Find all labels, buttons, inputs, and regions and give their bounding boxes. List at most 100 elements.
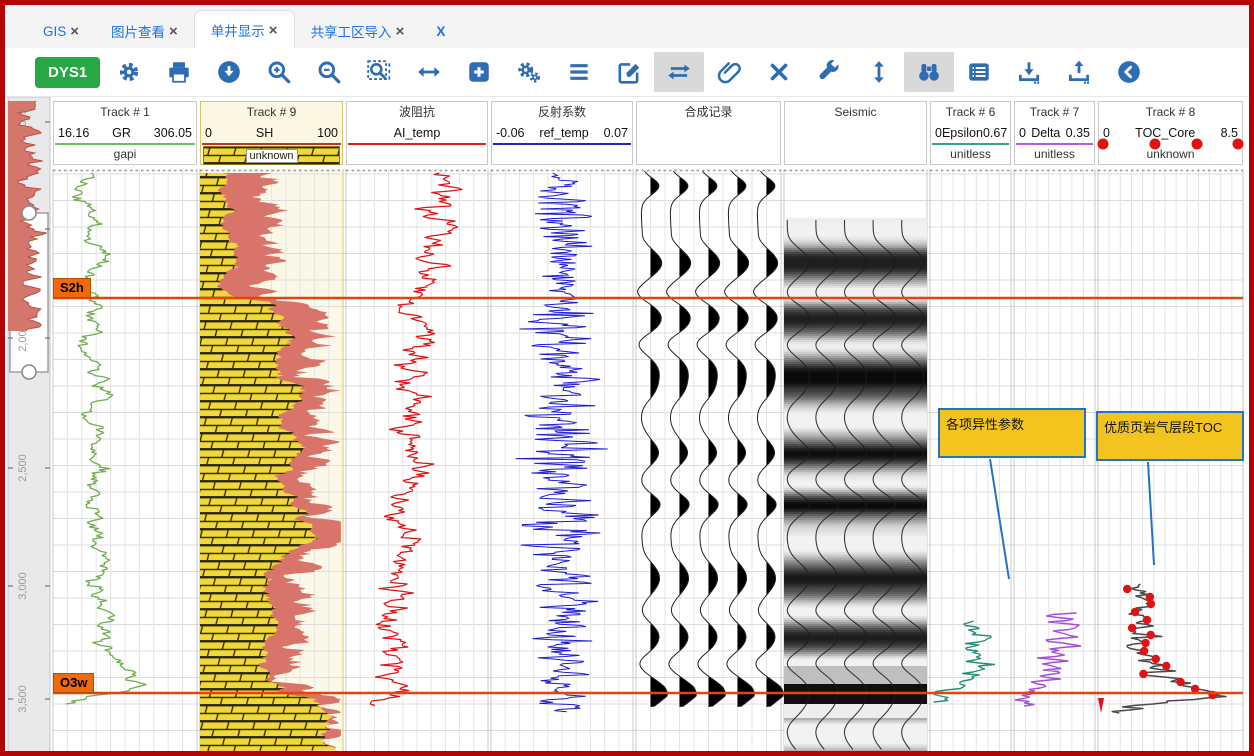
tab-shared-workspace-import[interactable]: 共享工区导入 × xyxy=(295,14,421,48)
core-point-marker xyxy=(1233,139,1244,150)
core-point-marker xyxy=(1192,139,1203,150)
print-icon[interactable] xyxy=(154,52,204,92)
scale-min: 16.16 xyxy=(58,126,89,140)
tab-close-icon[interactable]: × xyxy=(396,23,405,40)
curve-color-bar xyxy=(932,143,1009,145)
track-title: Track # 7 xyxy=(1015,102,1094,122)
scale-min: -0.06 xyxy=(496,126,525,140)
tab-x[interactable]: X xyxy=(420,14,461,48)
curve-color-bar xyxy=(493,143,631,145)
track-title: Track # 1 xyxy=(54,102,196,122)
download-circle-icon[interactable] xyxy=(204,52,254,92)
scale-max: 306.05 xyxy=(154,126,192,140)
list-icon[interactable] xyxy=(954,52,1004,92)
track-header-track8[interactable]: Track # 8 0 TOC_Core 8.5 unknown xyxy=(1098,101,1243,165)
curve-color-bar xyxy=(1016,143,1093,145)
track-header-reflection[interactable]: 反射系数 -0.06 ref_temp 0.07 xyxy=(491,101,633,165)
curve-name: SH xyxy=(212,126,317,140)
depth-window-handle[interactable] xyxy=(22,206,36,220)
horizontal-fit-icon[interactable] xyxy=(404,52,454,92)
tab-image-view[interactable]: 图片查看 × xyxy=(95,14,194,48)
scale-min: 0 xyxy=(1019,126,1026,140)
track-header-synthetic[interactable]: 合成记录 xyxy=(636,101,781,165)
scale-max: 0.35 xyxy=(1066,126,1090,140)
add-track-icon[interactable] xyxy=(454,52,504,92)
edit-icon[interactable] xyxy=(604,52,654,92)
search-binoculars-icon[interactable] xyxy=(904,52,954,92)
curve-color-bar xyxy=(348,143,486,145)
tab-label: GIS xyxy=(43,24,66,39)
well-select-button[interactable]: DYS1 xyxy=(35,57,100,88)
zoom-select-icon[interactable] xyxy=(354,52,404,92)
track-title: 反射系数 xyxy=(492,102,632,122)
tab-single-well-display[interactable]: 单井显示 × xyxy=(194,10,295,49)
scale-min: 0 xyxy=(935,126,942,140)
depth-window-handle[interactable] xyxy=(22,365,36,379)
settings-multi-icon[interactable] xyxy=(504,52,554,92)
export-icon[interactable] xyxy=(1054,52,1104,92)
scale-max: 8.5 xyxy=(1221,126,1238,140)
back-icon[interactable] xyxy=(1104,52,1154,92)
epsilon-curve xyxy=(934,621,995,702)
curve-color-bar xyxy=(786,143,925,145)
core-point-marker xyxy=(1149,139,1160,150)
horizon-label-s2h[interactable]: S2h xyxy=(53,278,91,298)
core-point-marker xyxy=(1097,139,1108,150)
zoom-in-icon[interactable] xyxy=(254,52,304,92)
depth-strip[interactable]: 1,0091,5002,0002,5003,0003,500 xyxy=(8,97,50,752)
unit-label xyxy=(492,145,632,163)
scale-max: 0.07 xyxy=(604,126,628,140)
curve-name: AI_temp xyxy=(351,126,483,140)
unit-label xyxy=(347,145,487,163)
curve-color-bar xyxy=(638,143,779,145)
tab-gis[interactable]: GIS × xyxy=(27,14,95,48)
tab-close-icon[interactable]: × xyxy=(70,23,79,40)
annotation-anisotropy[interactable]: 各项异性参数 xyxy=(938,408,1086,458)
scale-max: 0.67 xyxy=(983,126,1007,140)
track-header-seismic[interactable]: Seismic xyxy=(784,101,927,165)
import-icon[interactable] xyxy=(1004,52,1054,92)
unit-label: unknown xyxy=(1099,145,1242,163)
track-header-impedance[interactable]: 波阻抗 AI_temp xyxy=(346,101,488,165)
depth-label: 3,500 xyxy=(17,685,29,713)
unit-label: unitless xyxy=(1015,145,1094,163)
track-header-track6[interactable]: Track # 6 0 Epsilon 0.67 unitless xyxy=(930,101,1011,165)
scale-max: 100 xyxy=(317,126,338,140)
tab-bar: GIS × 图片查看 × 单井显示 × 共享工区导入 × X xyxy=(5,5,1249,49)
vertical-fit-icon[interactable] xyxy=(854,52,904,92)
toc-core-points xyxy=(1123,585,1217,699)
track-title: 波阻抗 xyxy=(347,102,487,122)
tab-label: 单井显示 xyxy=(211,20,265,40)
unit-label xyxy=(637,145,780,163)
tab-close-icon[interactable]: × xyxy=(169,23,178,40)
track-header-track9[interactable]: Track # 9 0 SH 100 unknown xyxy=(200,101,343,165)
curve-name: Epsilon xyxy=(942,126,983,140)
attach-icon[interactable] xyxy=(704,52,754,92)
scale-min: 0 xyxy=(1103,126,1110,140)
close-icon[interactable] xyxy=(754,52,804,92)
track-title: Seismic xyxy=(785,102,926,122)
lithology-label: unknown xyxy=(245,149,297,163)
unit-label: gapi xyxy=(54,145,196,163)
zoom-out-icon[interactable] xyxy=(304,52,354,92)
log-display-area: 1,0091,5002,0002,5003,0003,500 Track # 1… xyxy=(0,96,1254,752)
track-header-track7[interactable]: Track # 7 0 Delta 0.35 unitless xyxy=(1014,101,1095,165)
horizon-label-o3w[interactable]: O3w xyxy=(53,673,94,693)
curve-name: ref_temp xyxy=(525,126,604,140)
unit-label xyxy=(785,145,926,163)
scale-min: 0 xyxy=(205,126,212,140)
curve-name: Delta xyxy=(1026,126,1066,140)
curve-name: GR xyxy=(89,126,153,140)
menu-icon[interactable] xyxy=(554,52,604,92)
tab-close-icon[interactable]: × xyxy=(269,22,278,39)
curve-color-bar xyxy=(55,143,195,145)
annotation-toc[interactable]: 优质页岩气层段TOC xyxy=(1096,411,1244,461)
track-title: Track # 9 xyxy=(201,102,342,122)
tab-label: 共享工区导入 xyxy=(311,21,392,41)
settings-icon[interactable] xyxy=(104,52,154,92)
tools-icon[interactable] xyxy=(804,52,854,92)
toolbar-icons xyxy=(104,52,1154,92)
depth-label: 2,500 xyxy=(17,454,29,482)
swap-tracks-icon[interactable] xyxy=(654,52,704,92)
track-header-track1[interactable]: Track # 1 16.16 GR 306.05 gapi xyxy=(53,101,197,165)
